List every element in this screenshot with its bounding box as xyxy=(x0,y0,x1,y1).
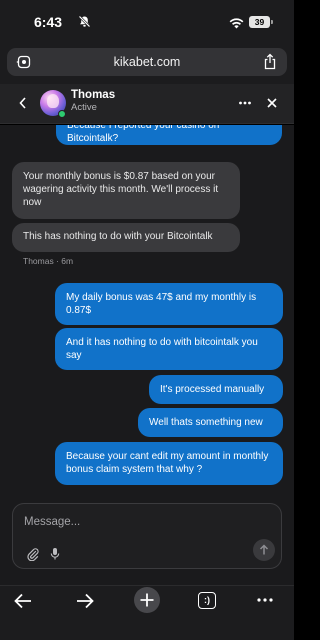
attach-icon[interactable] xyxy=(27,548,39,566)
browser-toolbar: :) xyxy=(0,585,294,640)
online-status-dot xyxy=(58,110,66,118)
battery-icon: 39 xyxy=(249,16,270,28)
user-message: And it has nothing to do with bitcointal… xyxy=(55,328,283,370)
url-text[interactable]: kikabet.com xyxy=(7,55,287,69)
agent-name: Thomas xyxy=(71,89,116,101)
back-arrow-icon[interactable] xyxy=(12,592,34,615)
send-button[interactable] xyxy=(253,539,275,561)
wifi-icon xyxy=(229,16,244,34)
user-message: Well thats something new xyxy=(138,408,283,437)
plus-icon xyxy=(140,593,154,607)
message-composer xyxy=(12,503,282,569)
new-tab-button[interactable] xyxy=(134,587,160,613)
battery-tip xyxy=(271,20,273,24)
more-icon[interactable] xyxy=(238,96,252,115)
send-arrow-icon xyxy=(259,544,269,555)
user-message: My daily bonus was 47$ and my monthly is… xyxy=(55,283,283,325)
agent-message: Your monthly bonus is $0.87 based on you… xyxy=(12,162,240,219)
user-message: Because your cant edit my amount in mont… xyxy=(55,442,283,485)
mic-icon[interactable] xyxy=(50,547,60,566)
browser-address-area: kikabet.com xyxy=(0,44,294,84)
user-message: It's processed manually xyxy=(149,375,283,404)
message-input[interactable] xyxy=(24,514,224,530)
tabs-icon[interactable]: :) xyxy=(198,592,216,609)
status-bar: 6:43 39 xyxy=(0,0,294,44)
silent-bell-icon xyxy=(78,15,91,33)
back-chevron-icon[interactable] xyxy=(18,96,28,115)
status-time: 6:43 xyxy=(34,14,63,30)
message-list[interactable]: Because I reported your casino on Bitcoi… xyxy=(0,125,294,495)
menu-dots-icon[interactable] xyxy=(256,593,274,612)
chat-header: Thomas Active xyxy=(0,84,294,124)
agent-status: Active xyxy=(71,102,97,113)
close-icon[interactable] xyxy=(266,96,278,114)
agent-message: This has nothing to do with your Bitcoin… xyxy=(12,223,240,252)
share-icon[interactable] xyxy=(263,53,277,75)
forward-arrow-icon[interactable] xyxy=(74,592,96,615)
composer-area xyxy=(0,495,294,585)
agent-meta: Thomas · 6m xyxy=(23,256,74,266)
address-bar[interactable]: kikabet.com xyxy=(7,48,287,76)
user-message: Because I reported your casino on Bitcoi… xyxy=(56,125,282,145)
